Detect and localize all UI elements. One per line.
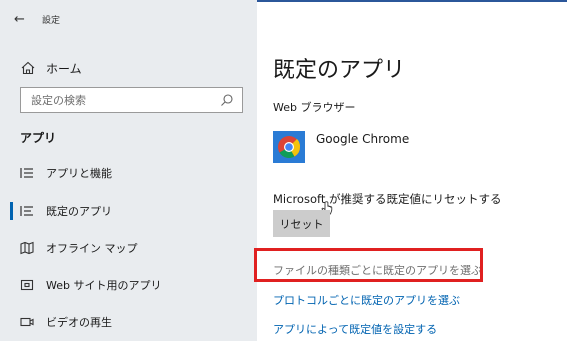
- sidebar-item-label: 既定のアプリ: [46, 205, 112, 218]
- list-icon: [20, 168, 33, 178]
- sidebar-item-label: ビデオの再生: [46, 316, 112, 329]
- sidebar-item-label: Web サイト用のアプリ: [46, 279, 162, 292]
- back-arrow-icon[interactable]: ←: [14, 12, 30, 28]
- browser-name[interactable]: Google Chrome: [316, 132, 409, 146]
- highlight-box: [254, 248, 483, 282]
- reset-button[interactable]: リセット: [273, 210, 330, 237]
- page-title: 既定のアプリ: [273, 58, 406, 83]
- section-title: アプリ: [20, 131, 57, 145]
- choose-defaults-by-protocol-link[interactable]: プロトコルごとに既定のアプリを選ぶ: [273, 292, 460, 308]
- web-app-icon: [20, 279, 34, 291]
- web-browser-label: Web ブラウザー: [273, 101, 356, 114]
- search-icon[interactable]: [220, 93, 234, 107]
- map-icon: [20, 241, 34, 255]
- search-box[interactable]: [20, 87, 243, 113]
- sidebar-item-label: アプリと機能: [46, 167, 112, 180]
- home-label: ホーム: [46, 61, 82, 76]
- set-defaults-by-app-link[interactable]: アプリによって既定値を設定する: [273, 321, 437, 337]
- chrome-icon[interactable]: [273, 131, 305, 163]
- reset-description: Microsoft が推奨する既定値にリセットする: [273, 192, 502, 206]
- selection-indicator: [10, 202, 13, 220]
- default-apps-icon: [20, 206, 33, 216]
- home-icon: [21, 61, 35, 75]
- sidebar-item-default-apps[interactable]: 既定のアプリ: [0, 196, 257, 226]
- window-title: 設定: [42, 16, 61, 26]
- video-icon: [20, 317, 34, 327]
- sidebar-item-offline-maps[interactable]: オフライン マップ: [0, 233, 257, 263]
- title-accent-line: [257, 0, 567, 2]
- title-bar: ← 設定: [0, 0, 257, 40]
- sidebar-item-video-playback[interactable]: ビデオの再生: [0, 307, 257, 337]
- home-nav-item[interactable]: ホーム: [20, 58, 82, 78]
- sidebar-item-label: オフライン マップ: [46, 242, 138, 255]
- sidebar-item-apps-features[interactable]: アプリと機能: [0, 158, 257, 188]
- sidebar-item-website-apps[interactable]: Web サイト用のアプリ: [0, 270, 257, 300]
- search-input[interactable]: [21, 88, 211, 112]
